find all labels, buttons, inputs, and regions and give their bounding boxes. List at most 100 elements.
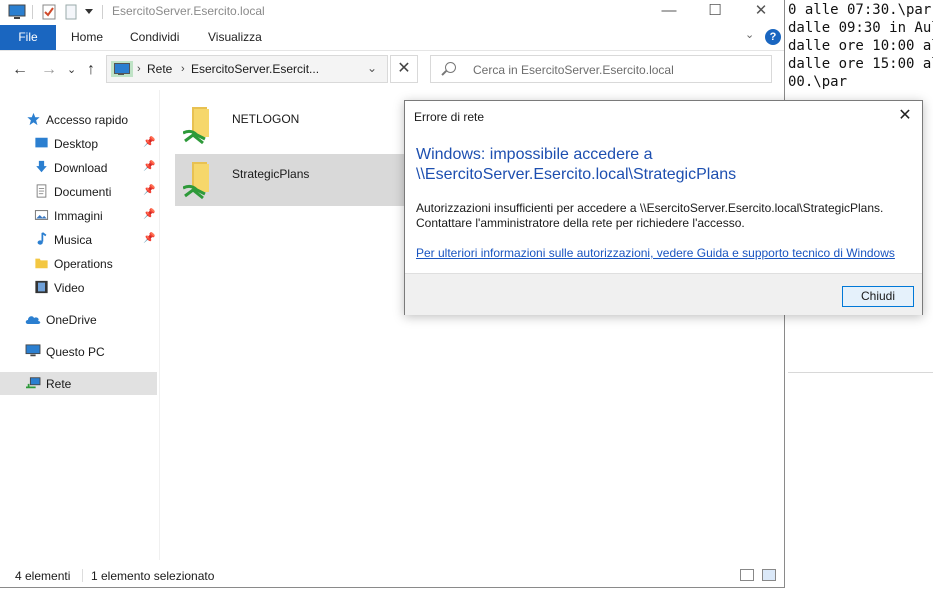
sidebar-item-label: Immagini: [54, 209, 103, 223]
navigation-pane: Accesso rapido Desktop 📌 Download 📌 Docu…: [0, 90, 160, 560]
pin-icon[interactable]: 📌: [143, 185, 155, 196]
pin-icon[interactable]: 📌: [143, 209, 155, 220]
dialog-footer: Chiudi: [405, 273, 922, 315]
pin-icon[interactable]: 📌: [143, 137, 155, 148]
sidebar-item-immagini[interactable]: Immagini 📌: [0, 204, 157, 227]
cancel-navigation-button[interactable]: ✕: [390, 55, 418, 83]
sidebar-item-label: Questo PC: [46, 345, 105, 359]
up-button[interactable]: ↑: [87, 61, 95, 79]
background-text-line: dalle 09:30 in Aula M: [788, 20, 933, 36]
title-divider: [102, 5, 103, 19]
search-placeholder: Cerca in EsercitoServer.Esercito.local: [473, 63, 674, 77]
sidebar-item-accesso-rapido[interactable]: Accesso rapido: [0, 108, 157, 131]
search-input[interactable]: Cerca in EsercitoServer.Esercito.local: [430, 55, 772, 83]
details-view-icon[interactable]: [740, 569, 754, 581]
dialog-message: Autorizzazioni insufficienti per acceder…: [416, 201, 906, 231]
breadcrumb-separator: ›: [137, 63, 141, 75]
sidebar-item-operations[interactable]: Operations: [0, 252, 157, 275]
sidebar-item-download[interactable]: Download 📌: [0, 156, 157, 179]
pin-icon[interactable]: 📌: [143, 161, 155, 172]
documents-icon: [36, 184, 47, 198]
sidebar-item-video[interactable]: Video: [0, 276, 157, 299]
sidebar-item-rete[interactable]: Rete: [0, 372, 157, 395]
help-icon[interactable]: ?: [765, 29, 781, 45]
download-icon: [36, 160, 47, 173]
sidebar-item-label: OneDrive: [46, 313, 97, 327]
large-icons-view-icon[interactable]: [762, 569, 776, 581]
sidebar-item-label: Documenti: [54, 185, 112, 199]
dialog-message-line: Contattare l'amministratore della rete p…: [416, 216, 745, 230]
background-text-line: 0 alle 07:30.\par: [788, 2, 932, 18]
background-text-line: 00.\par: [788, 74, 848, 90]
sidebar-item-label: Video: [54, 281, 85, 295]
network-icon: [26, 377, 41, 389]
chevron-down-icon[interactable]: ⌄: [367, 61, 377, 75]
computer-icon: [8, 3, 26, 21]
computer-icon: [25, 344, 41, 357]
dialog-close-button[interactable]: ✕: [892, 105, 918, 127]
network-error-dialog: Errore di rete ✕ Windows: impossibile ac…: [404, 100, 923, 315]
breadcrumb-rete[interactable]: Rete: [147, 62, 172, 76]
folder-name: StrategicPlans: [232, 167, 310, 181]
sidebar-item-label: Download: [54, 161, 108, 175]
item-count: 4 elementi: [15, 569, 71, 583]
dialog-message-line: Autorizzazioni insufficienti per acceder…: [416, 201, 884, 215]
search-icon: [445, 62, 456, 73]
status-divider: [82, 569, 83, 582]
properties-icon[interactable]: [40, 3, 58, 21]
sidebar-item-musica[interactable]: Musica 📌: [0, 228, 157, 251]
music-icon: [37, 232, 47, 245]
video-icon: [35, 280, 48, 294]
maximize-button[interactable]: ☐: [692, 0, 738, 24]
sidebar-item-label: Accesso rapido: [46, 113, 129, 127]
tab-condividi[interactable]: Condividi: [130, 25, 179, 50]
selection-count: 1 elemento selezionato: [91, 569, 215, 583]
customize-toolbar-icon[interactable]: [84, 6, 102, 24]
sidebar-item-label: Desktop: [54, 137, 99, 151]
ribbon: File Home Condividi Visualizza ⌄ ?: [0, 24, 784, 51]
folder-name: NETLOGON: [232, 112, 300, 126]
sidebar-item-desktop[interactable]: Desktop 📌: [0, 132, 157, 155]
sidebar-item-documenti[interactable]: Documenti 📌: [0, 180, 157, 203]
sidebar-item-onedrive[interactable]: OneDrive: [0, 308, 157, 331]
pin-icon[interactable]: 📌: [143, 233, 155, 244]
title-divider: [32, 5, 33, 19]
desktop-icon: [35, 137, 48, 148]
recent-locations-button[interactable]: ⌄: [67, 63, 76, 76]
cloud-icon: [25, 316, 41, 324]
minimize-button[interactable]: —: [646, 0, 692, 24]
navigation-bar: ← → ⌄ ↑ › Rete › EsercitoServer.Esercit.…: [0, 51, 784, 89]
star-icon: [27, 112, 40, 126]
dialog-heading: Windows: impossibile accedere a \\Eserci…: [416, 146, 737, 183]
address-bar[interactable]: › Rete › EsercitoServer.Esercit... ⌄: [106, 55, 388, 83]
back-button[interactable]: ←: [12, 61, 28, 79]
sidebar-item-label: Rete: [46, 377, 72, 391]
help-link[interactable]: Per ulteriori informazioni sulle autoriz…: [416, 246, 895, 260]
background-text-line: dalle ore 10:00 al: [788, 38, 933, 54]
new-folder-icon[interactable]: [62, 3, 80, 21]
tab-home[interactable]: Home: [71, 25, 103, 50]
network-icon: [111, 61, 133, 77]
sidebar-item-questo-pc[interactable]: Questo PC: [0, 340, 157, 363]
sidebar-item-label: Operations: [54, 257, 113, 271]
folder-icon: [35, 258, 48, 269]
shared-folder-icon: [183, 162, 209, 200]
breadcrumb-server[interactable]: EsercitoServer.Esercit...: [191, 62, 319, 76]
dialog-title: Errore di rete: [414, 110, 485, 124]
background-divider: [788, 372, 933, 373]
title-bar: EsercitoServer.Esercito.local — ☐ ✕: [0, 0, 784, 24]
background-text-line: dalle ore 15:00 al: [788, 56, 933, 72]
breadcrumb-separator: ›: [181, 63, 185, 75]
status-bar: 4 elementi 1 elemento selezionato: [0, 563, 784, 587]
close-window-button[interactable]: ✕: [738, 0, 784, 24]
forward-button[interactable]: →: [41, 61, 57, 79]
folder-item-strategicplans[interactable]: StrategicPlans: [175, 154, 405, 206]
chevron-down-icon[interactable]: ⌄: [745, 28, 754, 41]
window-title: EsercitoServer.Esercito.local: [112, 4, 265, 18]
close-button[interactable]: Chiudi: [842, 286, 914, 307]
pictures-icon: [34, 210, 49, 220]
tab-visualizza[interactable]: Visualizza: [208, 25, 262, 50]
tab-file[interactable]: File: [0, 25, 56, 50]
folder-item-netlogon[interactable]: NETLOGON: [175, 99, 405, 149]
sidebar-item-label: Musica: [54, 233, 93, 247]
